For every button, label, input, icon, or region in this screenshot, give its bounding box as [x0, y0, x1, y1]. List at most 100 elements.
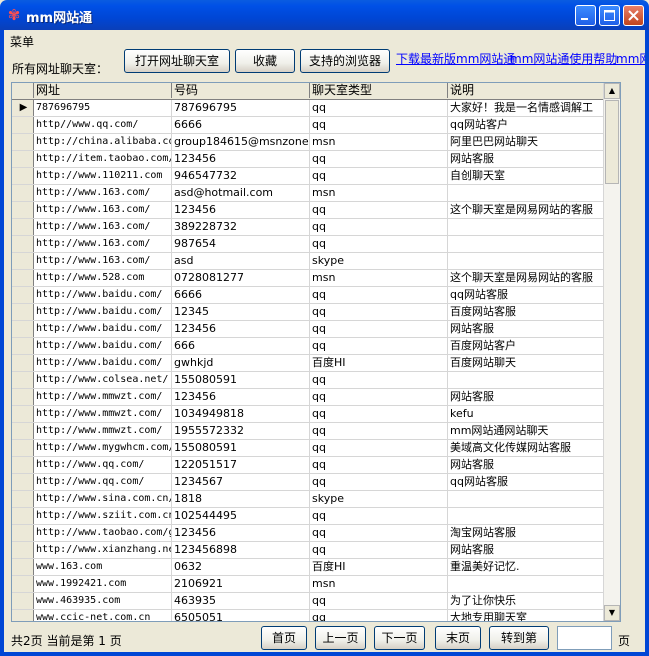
cell-number[interactable]: gwhkjd [172, 355, 310, 371]
cell-number[interactable]: 102544495 [172, 508, 310, 524]
cell-url[interactable]: http://www.baidu.com/ [34, 338, 172, 354]
cell-number[interactable]: 155080591 [172, 440, 310, 456]
cell-url[interactable]: http://www.qq.com/ [34, 457, 172, 473]
next-page-button[interactable]: 下一页 [374, 626, 425, 650]
row-selector[interactable] [12, 219, 34, 235]
cell-type[interactable]: qq [310, 236, 448, 252]
cell-description[interactable] [448, 219, 608, 235]
help-link[interactable]: mm网站通使用帮助 [510, 50, 617, 67]
scroll-down-icon[interactable]: ▼ [604, 605, 620, 621]
row-selector[interactable] [12, 117, 34, 133]
cell-number[interactable]: 123456 [172, 151, 310, 167]
cell-description[interactable]: mm网站通网站聊天 [448, 423, 608, 439]
row-selector[interactable] [12, 202, 34, 218]
cell-description[interactable]: 阿里巴巴网站聊天 [448, 134, 608, 150]
cell-number[interactable]: 12345 [172, 304, 310, 320]
cell-type[interactable]: qq [310, 593, 448, 609]
open-chatroom-button[interactable]: 打开网址聊天室 [124, 49, 230, 73]
page-number-input[interactable] [557, 626, 612, 650]
table-row[interactable]: http://www.baidu.com/gwhkjd 百度HI 百度网站聊天 [12, 355, 608, 372]
cell-description[interactable]: qq网站客服 [448, 474, 608, 490]
cell-description[interactable]: 这个聊天室是网易网站的客服 [448, 270, 608, 286]
table-row[interactable]: www.1992421.com 2106921 msn [12, 576, 608, 593]
chatroom-grid[interactable]: 网址 号码 聊天室类型 说明 ▶ 787696795 787696795 qq 大家好！… [11, 82, 621, 622]
table-row[interactable]: http://www.baidu.com/6666 qq qq网站客服 [12, 287, 608, 304]
cell-number[interactable]: 123456 [172, 202, 310, 218]
favorite-button[interactable]: 收藏 [235, 49, 295, 73]
cell-number[interactable]: 6505051 [172, 610, 310, 621]
cell-url[interactable]: http://www.mmwzt.com/ [34, 406, 172, 422]
cell-type[interactable]: qq [310, 151, 448, 167]
row-selector[interactable] [12, 474, 34, 490]
vertical-scrollbar[interactable]: ▲ ▼ [603, 83, 620, 621]
row-selector[interactable] [12, 253, 34, 269]
cell-type[interactable]: qq [310, 372, 448, 388]
header-number[interactable]: 号码 [172, 83, 310, 98]
cell-number[interactable]: 123456 [172, 525, 310, 541]
cell-url[interactable]: www.1992421.com [34, 576, 172, 592]
table-row[interactable]: ▶ 787696795 787696795 qq 大家好！我是一名情感调解工 [12, 100, 608, 117]
table-row[interactable]: www.ccic-net.com.cn 6505051 qq 大地专用聊天室 [12, 610, 608, 621]
cell-url[interactable]: http://www.baidu.com/ [34, 355, 172, 371]
cell-type[interactable]: qq [310, 406, 448, 422]
menu-item-main[interactable]: 菜单 [10, 33, 34, 50]
cell-number[interactable]: asd@hotmail.com [172, 185, 310, 201]
cell-type[interactable]: qq [310, 525, 448, 541]
cell-url[interactable]: http://www.163.com/ [34, 253, 172, 269]
cell-url[interactable]: http://www.163.com/ [34, 202, 172, 218]
table-row[interactable]: http://www.qq.com/1234567 qq qq网站客服 [12, 474, 608, 491]
last-page-button[interactable]: 末页 [435, 626, 481, 650]
cell-type[interactable]: skype [310, 253, 448, 269]
cell-description[interactable]: 网站客服 [448, 389, 608, 405]
table-row[interactable]: http://www.xianzhang.net 123456898 qq 网站客服 [12, 542, 608, 559]
table-row[interactable]: http//www.qq.com/6666 qq qq网站客户 [12, 117, 608, 134]
cell-type[interactable]: qq [310, 202, 448, 218]
cell-type[interactable]: msn [310, 576, 448, 592]
cell-type[interactable]: qq [310, 338, 448, 354]
table-row[interactable]: http://www.mmwzt.com/1955572332 qq mm网站通网站… [12, 423, 608, 440]
cell-type[interactable]: qq [310, 117, 448, 133]
cell-number[interactable]: 1234567 [172, 474, 310, 490]
cell-description[interactable]: 淘宝网站客服 [448, 525, 608, 541]
cell-description[interactable]: 百度网站客服 [448, 304, 608, 320]
cell-type[interactable]: qq [310, 474, 448, 490]
current-row-arrow-icon[interactable]: ▶ [12, 100, 34, 116]
cell-description[interactable]: qq网站客户 [448, 117, 608, 133]
cell-url[interactable]: http://www.110211.com [34, 168, 172, 184]
download-link[interactable]: 下载最新版mm网站通 [396, 50, 515, 67]
cell-type[interactable]: qq [310, 219, 448, 235]
cell-description[interactable]: 大家好！我是一名情感调解工 [448, 100, 608, 116]
cell-number[interactable]: 155080591 [172, 372, 310, 388]
row-selector[interactable] [12, 236, 34, 252]
cell-url[interactable]: http://www.taobao.com/go [34, 525, 172, 541]
cell-number[interactable]: 787696795 [172, 100, 310, 116]
cell-url[interactable]: www.ccic-net.com.cn [34, 610, 172, 621]
row-selector[interactable] [12, 440, 34, 456]
cell-description[interactable] [448, 372, 608, 388]
row-selector[interactable] [12, 151, 34, 167]
row-selector[interactable] [12, 491, 34, 507]
cell-number[interactable]: group184615@msnzone.cn [172, 134, 310, 150]
cell-url[interactable]: http://www.baidu.com/ [34, 287, 172, 303]
cell-description[interactable]: 网站客服 [448, 151, 608, 167]
cell-number[interactable]: 2106921 [172, 576, 310, 592]
cell-description[interactable]: qq网站客服 [448, 287, 608, 303]
minimize-button[interactable] [575, 5, 596, 26]
more-link[interactable]: mm网 [616, 50, 645, 67]
cell-url[interactable]: http://www.mmwzt.com/ [34, 423, 172, 439]
row-selector[interactable] [12, 406, 34, 422]
cell-description[interactable]: 百度网站客户 [448, 338, 608, 354]
cell-description[interactable] [448, 491, 608, 507]
cell-url[interactable]: http://item.taobao.com/ [34, 151, 172, 167]
cell-url[interactable]: http://www.baidu.com/ [34, 321, 172, 337]
cell-description[interactable]: 这个聊天室是网易网站的客服 [448, 202, 608, 218]
cell-url[interactable]: http://www.mmwzt.com/ [34, 389, 172, 405]
table-row[interactable]: http://www.528.com 0728081277 msn 这个聊天室是网易网… [12, 270, 608, 287]
cell-description[interactable] [448, 576, 608, 592]
row-selector[interactable] [12, 134, 34, 150]
cell-url[interactable]: http://www.xianzhang.net [34, 542, 172, 558]
table-row[interactable]: http://china.alibaba.com group184615@msnz… [12, 134, 608, 151]
row-selector[interactable] [12, 508, 34, 524]
cell-type[interactable]: qq [310, 287, 448, 303]
cell-description[interactable]: 美域高文化传媒网站客服 [448, 440, 608, 456]
